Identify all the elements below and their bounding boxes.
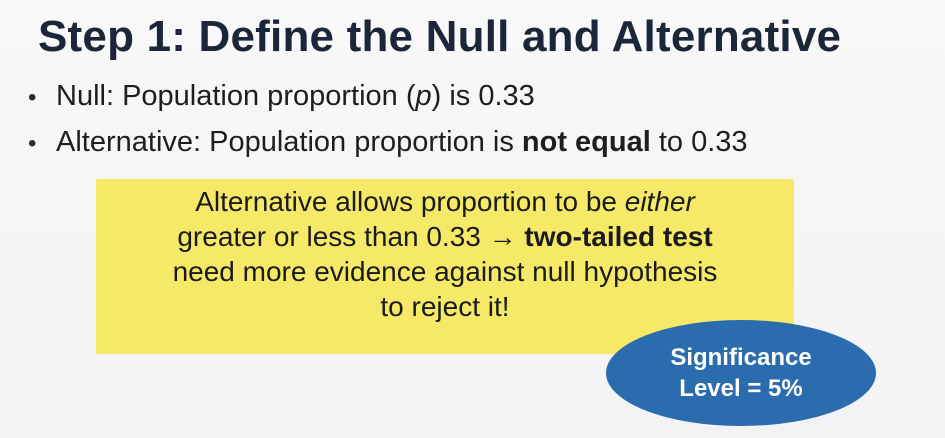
bullet-dot-icon: • — [28, 130, 37, 157]
bullet-alternative: • Alternative: Population proportion is … — [28, 126, 748, 172]
bullet-alternative-prefix: Alternative: Population proportion is — [56, 126, 522, 158]
callout-line-3: need more evidence against null hypothes… — [172, 256, 718, 287]
callout-line-1-text: Alternative allows proportion to be — [195, 186, 625, 217]
slide: Step 1: Define the Null and Alternative … — [0, 0, 945, 438]
callout-line-2-bold: two-tailed test — [524, 221, 713, 252]
callout-line-4: to reject it! — [380, 291, 510, 322]
bullet-null-suffix: ) is 0.33 — [431, 80, 535, 112]
callout-line-2: greater or less than 0.33 → two-tailed t… — [96, 219, 794, 254]
bullet-alternative-text: Alternative: Population proportion is no… — [56, 126, 748, 159]
callout-line-1-italic: either — [624, 186, 695, 217]
badge-line-2: Level = 5% — [679, 375, 803, 402]
bullet-null: • Null: Population proportion (p) is 0.3… — [28, 80, 748, 126]
callout-line-2-text: greater or less than 0.33 → — [177, 221, 525, 252]
bullet-alternative-emphasis: not equal — [521, 126, 651, 158]
slide-title: Step 1: Define the Null and Alternative — [38, 12, 842, 61]
bullet-list: • Null: Population proportion (p) is 0.3… — [28, 80, 748, 172]
significance-level-badge: Significance Level = 5% — [606, 320, 876, 426]
badge-line-1: Significance — [670, 344, 812, 371]
bullet-null-text: Null: Population proportion (p) is 0.33 — [56, 80, 535, 113]
bullet-dot-icon: • — [28, 84, 37, 111]
bullet-null-prefix: Null: Population proportion ( — [56, 80, 416, 112]
bullet-null-symbol: p — [415, 80, 432, 112]
callout-line-1: Alternative allows proportion to be eith… — [96, 184, 794, 219]
bullet-alternative-suffix: to 0.33 — [650, 126, 748, 158]
